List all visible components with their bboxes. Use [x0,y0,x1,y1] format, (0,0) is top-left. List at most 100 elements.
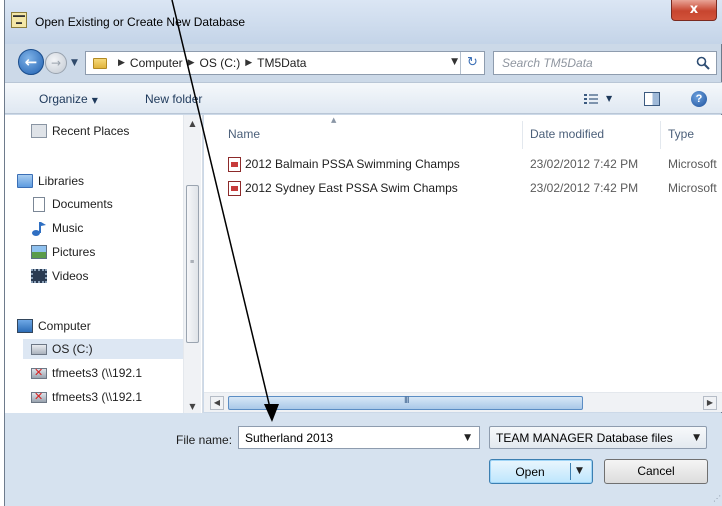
nav-item-music[interactable]: Music [31,218,83,238]
network-drive-icon [31,366,47,379]
nav-item-label: tfmeets3 (\\192.1 [52,390,143,404]
nav-item-os-drive[interactable]: OS (C:) [23,339,183,359]
open-database-dialog: ▬▬ ▬ Open Existing or Create New Database… [4,0,722,506]
preview-pane-icon[interactable] [644,92,660,106]
arrow-right-icon: → [50,56,62,70]
file-row[interactable]: 2012 Balmain PSSA Swimming Champs 23/02/… [228,155,722,175]
split-divider [570,463,571,480]
address-dropdown-icon[interactable]: ▼ [451,57,458,67]
title-bar[interactable]: ▬▬ ▬ Open Existing or Create New Database… [5,0,722,44]
scrollbar-thumb[interactable]: III [228,395,583,410]
resize-grip-icon[interactable]: ⋰ [713,494,721,503]
videos-icon [31,269,47,283]
nav-item-label: Documents [52,197,113,211]
column-header-date-modified[interactable]: Date modified [530,127,604,141]
address-bar[interactable]: ▶ Computer ▶ OS (C:) ▶ TM5Data ▼ ↻ [85,51,485,75]
sort-ascending-icon: ▲ [331,116,337,124]
nav-item-recent-places[interactable]: Recent Places [31,121,129,141]
column-divider[interactable] [522,121,523,149]
grip-icon: ≡ [190,259,194,266]
search-icon[interactable] [696,56,710,70]
chevron-right-icon[interactable]: ▶ [188,58,195,68]
nav-item-libraries[interactable]: Libraries [17,171,84,191]
column-header-name[interactable]: Name [228,127,260,141]
file-name: 2012 Balmain PSSA Swimming Champs [245,157,460,171]
nav-item-label: Music [52,221,84,235]
nav-item-label: OS (C:) [52,342,93,356]
file-date-modified: 23/02/2012 7:42 PM [530,181,639,195]
access-database-icon [228,157,241,172]
help-icon[interactable]: ? [691,91,707,107]
cancel-button[interactable]: Cancel [604,459,708,484]
access-database-icon [228,181,241,196]
nav-item-pictures[interactable]: Pictures [31,242,95,262]
nav-item-documents[interactable]: Documents [31,194,113,214]
open-button-label: Open [515,465,545,479]
open-options-dropdown-icon[interactable]: ▼ [576,466,583,476]
file-date-modified: 23/02/2012 7:42 PM [530,157,639,171]
views-icon[interactable] [584,93,598,105]
chevron-right-icon[interactable]: ▶ [118,58,125,68]
nav-item-network-drive[interactable]: tfmeets3 (\\192.1 [31,387,142,407]
drive-icon [31,343,47,355]
file-list: Name ▲ Date modified Type 2012 Balmain P… [204,115,722,392]
file-name-dropdown-icon[interactable]: ▼ [464,433,471,443]
file-name-value: Sutherland 2013 [245,431,334,445]
refresh-icon[interactable]: ↻ [460,52,484,74]
file-type: Microsoft [668,157,717,171]
open-button[interactable]: Open ▼ [489,459,593,484]
search-input[interactable]: Search TM5Data [493,51,717,75]
documents-icon [33,196,45,212]
back-button[interactable]: ← [18,49,44,75]
file-name-field[interactable]: Sutherland 2013 ▼ [238,426,480,449]
scroll-right-icon[interactable]: ▶ [703,396,717,410]
computer-icon [17,319,33,333]
breadcrumb-os-drive[interactable]: OS (C:) [200,56,241,70]
window-title: Open Existing or Create New Database [35,15,246,29]
recent-pages-dropdown[interactable]: ▼ [71,58,78,68]
new-folder-button[interactable]: New folder [145,92,202,106]
nav-item-videos[interactable]: Videos [31,266,88,286]
dialog-footer: File name: Sutherland 2013 ▼ TEAM MANAGE… [5,413,722,506]
organize-button[interactable]: Organize ▼ [39,92,98,106]
nav-item-label: Pictures [52,245,96,259]
file-type: Microsoft [668,181,717,195]
breadcrumb-computer[interactable]: Computer [130,56,183,70]
grip-icon: III [404,395,409,405]
scroll-up-icon[interactable]: ▲ [184,115,201,132]
nav-item-label: tfmeets3 (\\192.1 [52,366,143,380]
close-button[interactable]: x [671,0,717,21]
pictures-icon [31,245,47,259]
nav-item-computer[interactable]: Computer [17,316,91,336]
chevron-down-icon: ▼ [693,433,700,443]
folder-icon [93,57,107,69]
recent-places-icon [31,124,47,138]
file-name: 2012 Sydney East PSSA Swim Champs [245,181,458,195]
organize-label: Organize [39,92,88,106]
column-divider[interactable] [660,121,661,149]
forward-button[interactable]: → [45,52,67,74]
nav-pane-vertical-scrollbar[interactable]: ▲ ≡ ▼ [183,115,201,415]
navigation-bar: ← → ▼ ▶ Computer ▶ OS (C:) ▶ TM5Data ▼ ↻… [5,44,722,82]
file-type-filter[interactable]: TEAM MANAGER Database files ▼ [489,426,707,449]
scrollbar-thumb[interactable]: ≡ [186,185,199,343]
scroll-left-icon[interactable]: ◀ [210,396,224,410]
column-header-type[interactable]: Type [668,127,694,141]
breadcrumb-tm5data[interactable]: TM5Data [257,56,306,70]
search-placeholder: Search TM5Data [502,56,593,70]
file-list-horizontal-scrollbar[interactable]: ◀ III ▶ [204,392,722,412]
views-dropdown-icon[interactable]: ▼ [606,94,612,103]
chevron-right-icon[interactable]: ▶ [245,58,252,68]
nav-item-network-drive[interactable]: tfmeets3 (\\192.1 [31,363,142,383]
file-type-filter-value: TEAM MANAGER Database files [496,431,673,445]
file-name-label: File name: [176,433,233,447]
nav-item-label: Videos [52,269,89,283]
libraries-icon [17,174,33,188]
arrow-left-icon: ← [24,53,38,71]
navigation-pane: Recent Places Libraries Documents Music … [5,115,203,415]
network-drive-icon [31,390,47,403]
app-icon: ▬▬ ▬ [11,12,27,28]
file-row[interactable]: 2012 Sydney East PSSA Swim Champs 23/02/… [228,179,722,199]
command-bar: Organize ▼ New folder ▼ ? [5,82,722,114]
nav-item-label: Recent Places [52,124,130,138]
